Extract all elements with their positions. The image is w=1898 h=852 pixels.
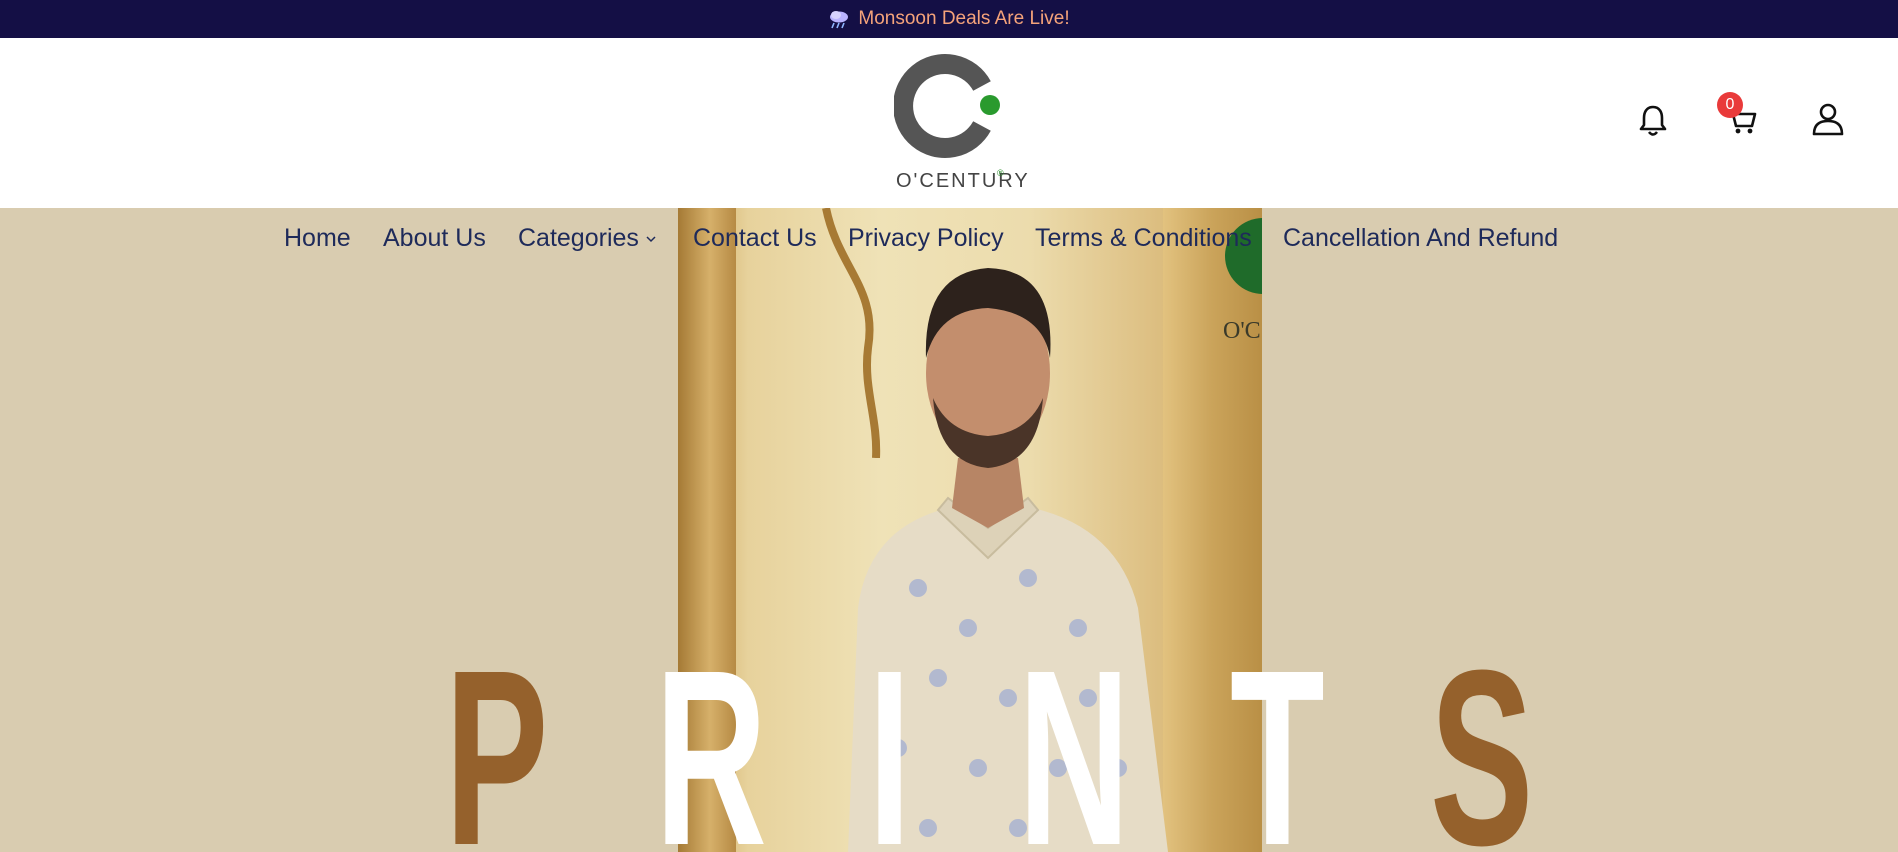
cart-count-badge: 0	[1717, 92, 1743, 118]
logo-registered-mark: ®	[997, 168, 1004, 178]
chevron-down-icon	[646, 236, 656, 243]
nav-item-about-us[interactable]: About Us	[383, 224, 486, 253]
user-icon[interactable]	[1810, 101, 1846, 137]
headline-letter: R	[655, 618, 767, 852]
site-header: O'CENTURY ® 0	[0, 38, 1898, 208]
headline-letter: P	[445, 618, 549, 852]
page: Monsoon Deals Are Live! O'CENTURY ® 0 O'…	[0, 0, 1898, 852]
nav-item-categories-label: Categories	[518, 224, 639, 252]
headline-letter: S	[1430, 618, 1534, 852]
main-nav: Home About Us Categories Contact Us Priv…	[0, 208, 1898, 268]
site-logo[interactable]: O'CENTURY ®	[890, 52, 1028, 192]
headline-letter: N	[1018, 618, 1130, 852]
nav-item-cancellation-refund[interactable]: Cancellation And Refund	[1283, 224, 1558, 253]
nav-item-categories[interactable]: Categories	[518, 224, 657, 253]
nav-item-terms-conditions[interactable]: Terms & Conditions	[1035, 224, 1252, 253]
bell-icon[interactable]	[1635, 102, 1671, 138]
logo-mark	[894, 54, 1000, 158]
announcement-bar: Monsoon Deals Are Live!	[0, 0, 1898, 38]
banner-logo-text: O'C	[1223, 318, 1261, 344]
nav-item-privacy-policy[interactable]: Privacy Policy	[848, 224, 1004, 253]
headline-letter: T	[1230, 618, 1325, 852]
nav-item-home[interactable]: Home	[284, 224, 351, 253]
nav-item-contact-us[interactable]: Contact Us	[693, 224, 817, 253]
cloud-rain-icon	[830, 11, 849, 29]
hero-banner[interactable]: O'C P R I N T S	[0, 208, 1898, 852]
logo-text: O'CENTURY	[896, 170, 1030, 192]
announcement-text: Monsoon Deals Are Live!	[858, 8, 1070, 29]
headline-letter: I	[868, 618, 912, 852]
